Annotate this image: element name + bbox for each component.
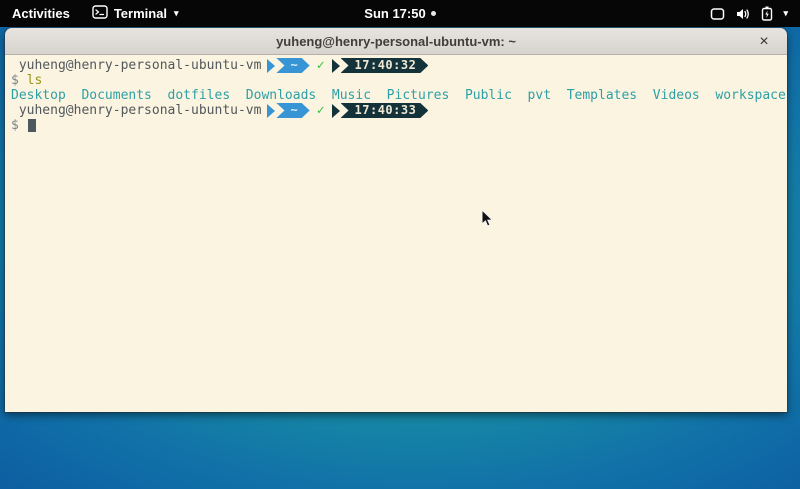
powerline-arrow-icon (332, 104, 340, 118)
ls-output-line: Desktop Documents dotfiles Downloads Mus… (11, 88, 785, 103)
shell-prompt-symbol: $ (11, 118, 27, 133)
powerline-arrow-icon (267, 59, 275, 73)
command-line: $ ls (11, 73, 785, 88)
prompt-line-2: yuheng@henry-personal-ubuntu-vm ~ ✓ 17:4… (11, 103, 785, 118)
app-menu-label: Terminal (114, 6, 167, 21)
terminal-icon (92, 5, 108, 22)
prompt-line-1: yuheng@henry-personal-ubuntu-vm ~ ✓ 17:4… (11, 58, 785, 73)
mouse-cursor-icon (481, 209, 494, 233)
chevron-down-icon: ▾ (174, 8, 179, 19)
app-menu-terminal[interactable]: Terminal ▾ (82, 0, 189, 27)
top-bar: Activities Terminal ▾ Sun 17:50 (0, 0, 800, 27)
clock-label[interactable]: Sun 17:50 (364, 6, 425, 21)
prompt-timestamp: 17:40:33 (341, 103, 429, 118)
screen-icon (710, 7, 725, 21)
shell-prompt-symbol: $ (11, 73, 27, 88)
prompt-timestamp: 17:40:32 (341, 58, 429, 73)
powerline-arrow-icon (332, 59, 340, 73)
system-status-area[interactable]: ▾ (704, 0, 794, 27)
prompt-path-segment: ~ (276, 103, 309, 118)
activities-button[interactable]: Activities (0, 0, 82, 27)
window-title: yuheng@henry-personal-ubuntu-vm: ~ (276, 34, 516, 49)
input-line[interactable]: $ (11, 118, 785, 133)
battery-charging-icon (761, 6, 773, 21)
prompt-user-host: yuheng@henry-personal-ubuntu-vm (11, 103, 261, 118)
terminal-content[interactable]: yuheng@henry-personal-ubuntu-vm ~ ✓ 17:4… (5, 55, 787, 412)
chevron-down-icon: ▾ (783, 8, 788, 19)
volume-icon (735, 7, 751, 21)
notification-dot-icon (431, 11, 436, 16)
prompt-user-host: yuheng@henry-personal-ubuntu-vm (11, 58, 261, 73)
status-check-icon: ✓ (317, 103, 325, 118)
terminal-window: yuheng@henry-personal-ubuntu-vm: ~ × yuh… (5, 28, 787, 412)
powerline-arrow-icon (267, 104, 275, 118)
directory-listing: Desktop Documents dotfiles Downloads Mus… (11, 88, 786, 103)
terminal-cursor (28, 119, 36, 132)
window-titlebar[interactable]: yuheng@henry-personal-ubuntu-vm: ~ × (5, 28, 787, 55)
close-icon[interactable]: × (751, 28, 777, 55)
status-check-icon: ✓ (317, 58, 325, 73)
prompt-path-segment: ~ (276, 58, 309, 73)
typed-command: ls (27, 73, 43, 88)
